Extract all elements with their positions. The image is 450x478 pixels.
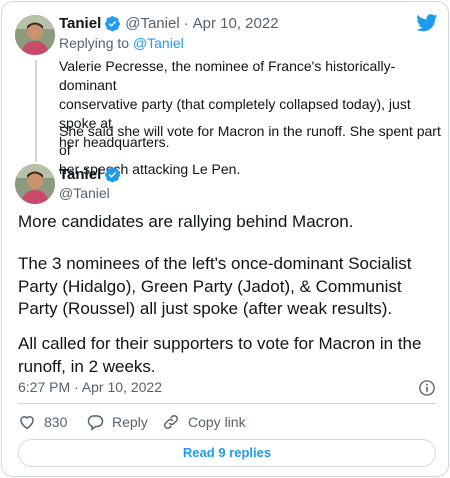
author-name[interactable]: Taniel (59, 15, 101, 32)
thread-connector-line (35, 60, 37, 162)
like-count: 830 (44, 414, 68, 430)
tweet1-header: Taniel @Taniel · Apr 10, 2022 (59, 15, 279, 32)
tweet-date[interactable]: Apr 10, 2022 (193, 15, 279, 32)
read-replies-button[interactable]: Read 9 replies (18, 439, 436, 467)
avatar[interactable] (15, 15, 55, 55)
author-handle[interactable]: @Taniel (59, 185, 110, 201)
tweet2-paragraph-2: The 3 nominees of the left's once-domina… (18, 253, 442, 321)
copy-link-label: Copy link (188, 414, 246, 430)
info-icon[interactable] (418, 379, 436, 397)
link-icon (163, 414, 179, 430)
verified-badge-icon (105, 167, 121, 183)
separator-dot: · (183, 15, 189, 32)
tweet2-paragraph-1: More candidates are rallying behind Macr… (18, 211, 442, 234)
replying-prefix: Replying to (59, 35, 130, 51)
avatar-photo (15, 15, 55, 55)
text-line: All called for their supporters to vote … (18, 334, 422, 353)
author-name[interactable]: Taniel (59, 166, 101, 183)
reply-button[interactable]: Reply (86, 413, 148, 431)
tweet2-paragraph-3: All called for their supporters to vote … (18, 333, 442, 378)
verified-badge-icon (105, 16, 121, 32)
tweet-timestamp[interactable]: 6:27 PM · Apr 10, 2022 (18, 379, 162, 395)
text-line: She said she will vote for Macron in the… (59, 123, 441, 158)
text-line: Party (Hidalgo), Green Party (Jadot), & … (18, 276, 402, 296)
heart-icon (20, 416, 34, 430)
tweet-embed-card: Taniel @Taniel · Apr 10, 2022 Replying t… (1, 1, 449, 477)
tweet2-header: Taniel (59, 166, 121, 183)
copy-link-button[interactable]: Copy link (162, 413, 246, 431)
reply-label: Reply (112, 414, 148, 430)
text-line: More candidates are rallying behind Macr… (18, 212, 354, 231)
divider (18, 403, 436, 404)
twitter-logo-icon[interactable] (416, 14, 438, 32)
like-button[interactable]: 830 (18, 413, 67, 431)
replying-to-line: Replying to @Taniel (59, 35, 184, 51)
text-line: Party (Roussel) all just spoke (after we… (18, 299, 393, 318)
avatar[interactable] (15, 164, 55, 204)
text-line: Valerie Pecresse, the nominee of France'… (59, 58, 396, 93)
text-line: The 3 nominees of the left's once-domina… (18, 254, 412, 273)
replying-to-handle[interactable]: @Taniel (133, 35, 184, 51)
avatar-photo (15, 164, 55, 204)
reply-bubble-icon (87, 415, 104, 431)
text-line: runoff, in 2 weeks. (18, 356, 156, 376)
author-handle[interactable]: @Taniel (125, 15, 179, 32)
